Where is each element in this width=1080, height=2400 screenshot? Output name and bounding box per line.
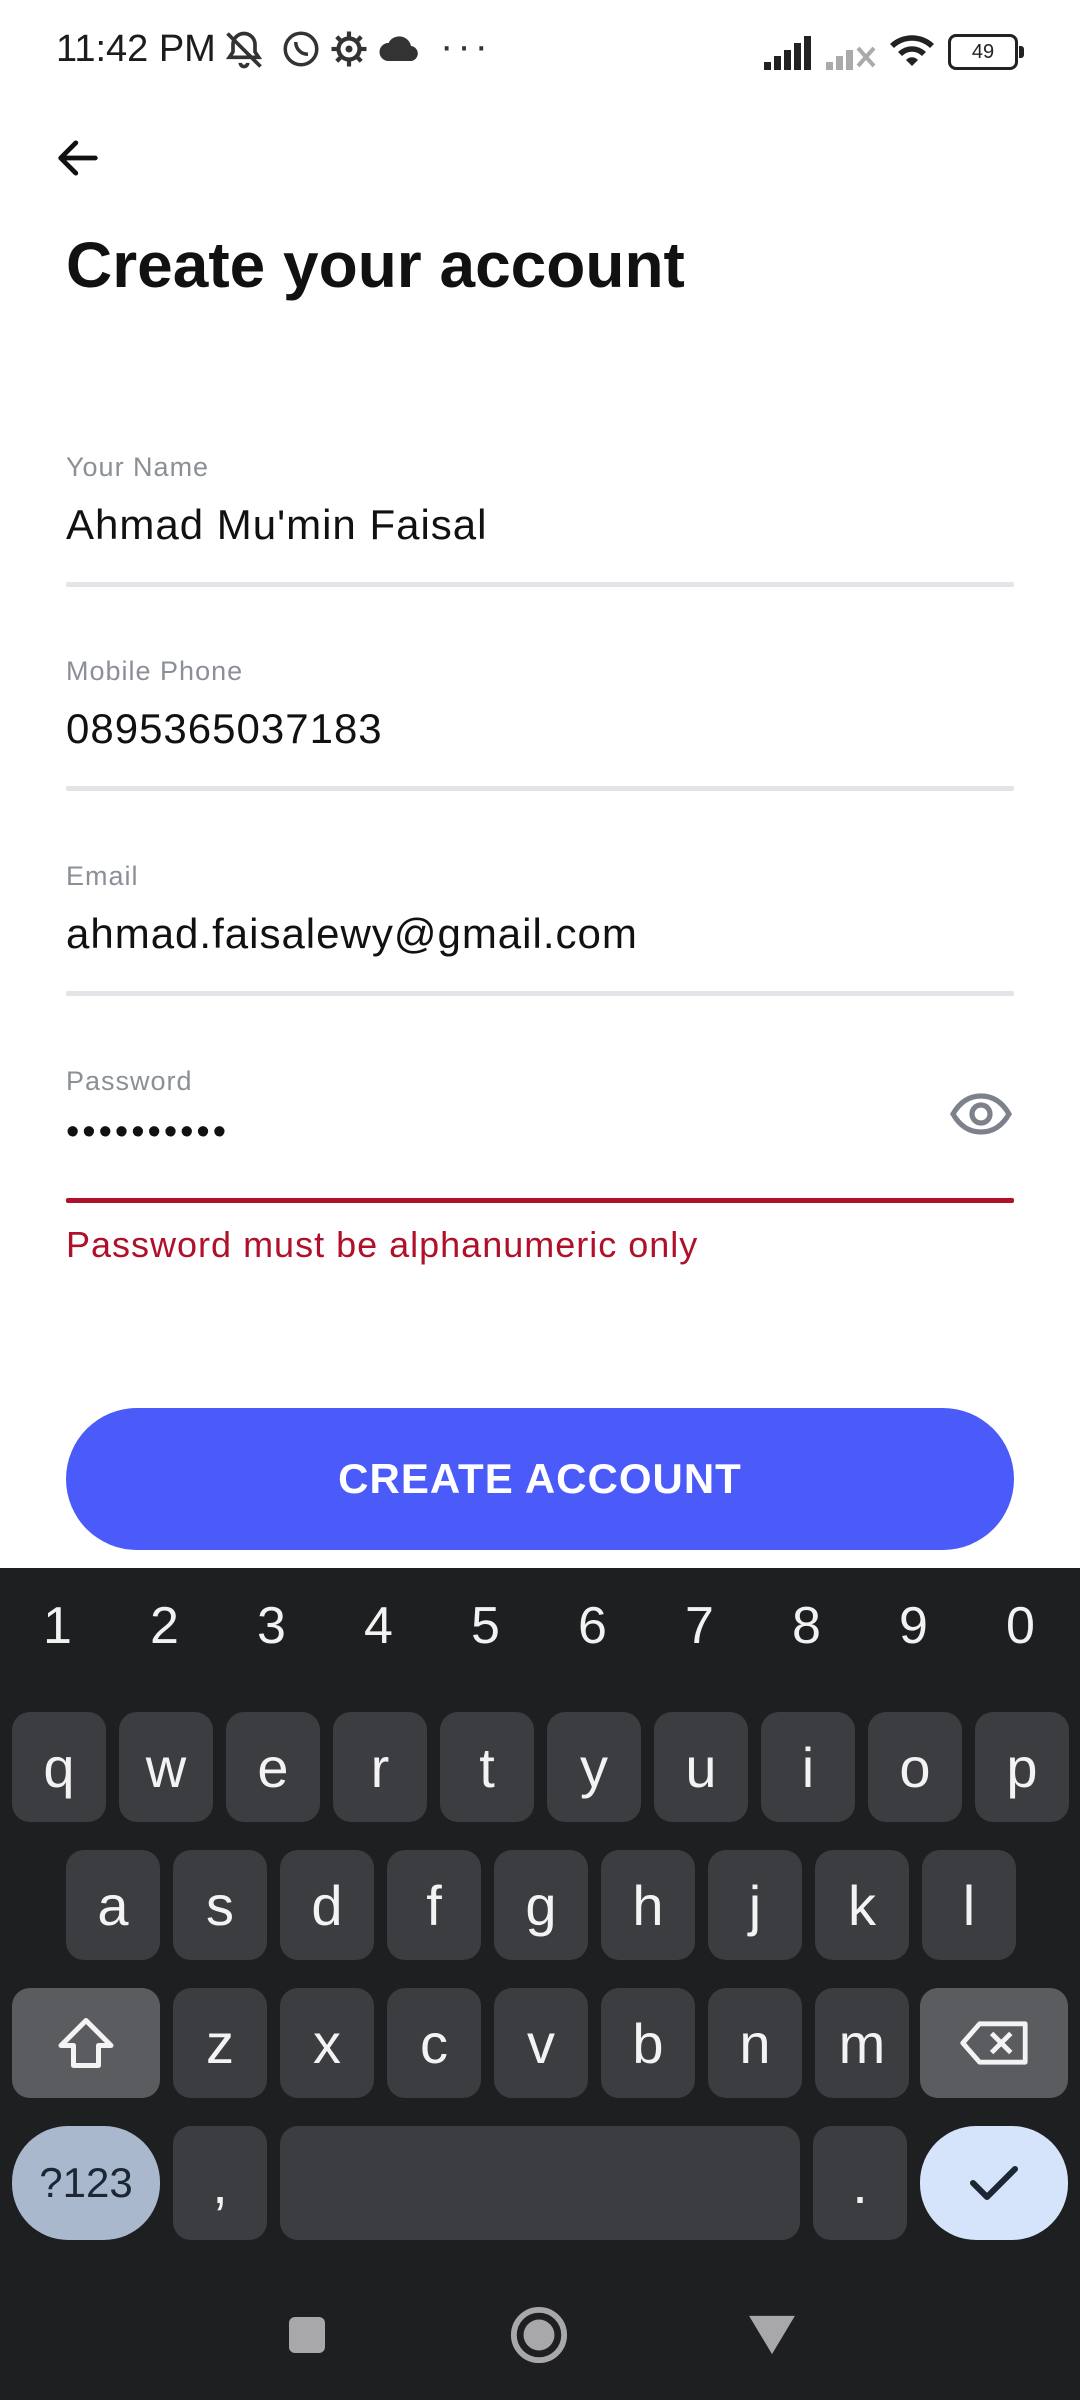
- back-nav-button[interactable]: [737, 2300, 807, 2370]
- password-field[interactable]: Password ••••••••••: [66, 1066, 1014, 1206]
- email-underline: [66, 991, 1014, 996]
- key-1[interactable]: 1: [4, 1596, 111, 1656]
- key-e[interactable]: e: [226, 1712, 320, 1822]
- key-s[interactable]: s: [173, 1850, 267, 1960]
- dnd-bell-icon: [222, 28, 266, 77]
- key-2[interactable]: 2: [111, 1596, 218, 1656]
- key-u[interactable]: u: [654, 1712, 748, 1822]
- phone-input[interactable]: 0895365037183: [66, 705, 1014, 753]
- page-title: Create your account: [66, 229, 685, 301]
- name-label: Your Name: [66, 452, 210, 482]
- key-9[interactable]: 9: [860, 1596, 967, 1656]
- key-a[interactable]: a: [66, 1850, 160, 1960]
- key-v[interactable]: v: [494, 1988, 588, 2098]
- whatsapp-icon: [280, 28, 322, 75]
- key-q[interactable]: q: [12, 1712, 106, 1822]
- key-y[interactable]: y: [547, 1712, 641, 1822]
- eye-icon: [950, 1093, 1012, 1135]
- arrow-left-icon: [58, 140, 98, 176]
- name-underline: [66, 582, 1014, 587]
- key-z[interactable]: z: [173, 1988, 267, 2098]
- name-field[interactable]: Your Name Ahmad Mu'min Faisal: [66, 452, 1014, 592]
- key-p[interactable]: p: [975, 1712, 1069, 1822]
- key-h[interactable]: h: [601, 1850, 695, 1960]
- keyboard-number-row: 1 2 3 4 5 6 7 8 9 0: [0, 1596, 1080, 1676]
- key-n[interactable]: n: [708, 1988, 802, 2098]
- home-button[interactable]: [504, 2300, 574, 2370]
- battery-indicator: 49: [948, 34, 1024, 70]
- settings-gear-icon: [328, 28, 370, 75]
- password-label: Password: [66, 1066, 193, 1096]
- recents-button[interactable]: [272, 2300, 342, 2370]
- status-bar: 11:42 PM ··· 49: [0, 0, 1080, 104]
- email-field[interactable]: Email ahmad.faisalewy@gmail.com: [66, 861, 1014, 1001]
- system-navigation-bar: [0, 2264, 1080, 2400]
- key-7[interactable]: 7: [646, 1596, 753, 1656]
- key-8[interactable]: 8: [753, 1596, 860, 1656]
- phone-field[interactable]: Mobile Phone 0895365037183: [66, 656, 1014, 796]
- key-3[interactable]: 3: [218, 1596, 325, 1656]
- name-input[interactable]: Ahmad Mu'min Faisal: [66, 501, 1014, 549]
- phone-label: Mobile Phone: [66, 656, 244, 686]
- key-j[interactable]: j: [708, 1850, 802, 1960]
- triangle-back-icon: [749, 2315, 795, 2355]
- toggle-password-visibility-button[interactable]: [946, 1082, 1016, 1146]
- key-f[interactable]: f: [387, 1850, 481, 1960]
- space-key[interactable]: [280, 2126, 800, 2240]
- key-6[interactable]: 6: [539, 1596, 646, 1656]
- checkmark-icon: [969, 2165, 1019, 2201]
- key-0[interactable]: 0: [967, 1596, 1074, 1656]
- period-key[interactable]: .: [813, 2126, 907, 2240]
- key-d[interactable]: d: [280, 1850, 374, 1960]
- key-5[interactable]: 5: [432, 1596, 539, 1656]
- password-error-message: Password must be alphanumeric only: [66, 1224, 699, 1265]
- phone-underline: [66, 786, 1014, 791]
- more-notifications-icon: ···: [440, 24, 492, 68]
- key-l[interactable]: l: [922, 1850, 1016, 1960]
- status-time: 11:42 PM: [56, 28, 216, 70]
- backspace-icon: [960, 2021, 1028, 2065]
- wifi-icon: [888, 30, 936, 75]
- key-4[interactable]: 4: [325, 1596, 432, 1656]
- signal-no-service-icon: [826, 34, 878, 75]
- key-t[interactable]: t: [440, 1712, 534, 1822]
- key-c[interactable]: c: [387, 1988, 481, 2098]
- key-o[interactable]: o: [868, 1712, 962, 1822]
- shift-key[interactable]: [12, 1988, 160, 2098]
- backspace-key[interactable]: [920, 1988, 1068, 2098]
- key-m[interactable]: m: [815, 1988, 909, 2098]
- password-input[interactable]: ••••••••••: [66, 1111, 1014, 1154]
- create-account-button[interactable]: CREATE ACCOUNT: [66, 1408, 1014, 1550]
- key-i[interactable]: i: [761, 1712, 855, 1822]
- key-k[interactable]: k: [815, 1850, 909, 1960]
- key-g[interactable]: g: [494, 1850, 588, 1960]
- key-x[interactable]: x: [280, 1988, 374, 2098]
- email-label: Email: [66, 861, 139, 891]
- comma-key[interactable]: ,: [173, 2126, 267, 2240]
- key-b[interactable]: b: [601, 1988, 695, 2098]
- square-icon: [289, 2317, 325, 2353]
- password-underline: [66, 1198, 1014, 1203]
- cloud-icon: [378, 34, 420, 69]
- done-key[interactable]: [920, 2126, 1068, 2240]
- key-w[interactable]: w: [119, 1712, 213, 1822]
- symbols-key[interactable]: ?123: [12, 2126, 160, 2240]
- email-input[interactable]: ahmad.faisalewy@gmail.com: [66, 910, 1014, 958]
- signal-icon: [764, 34, 816, 75]
- shift-arrow-icon: [58, 2018, 114, 2068]
- back-button[interactable]: [40, 120, 116, 196]
- circle-home-icon: [510, 2306, 568, 2364]
- key-r[interactable]: r: [333, 1712, 427, 1822]
